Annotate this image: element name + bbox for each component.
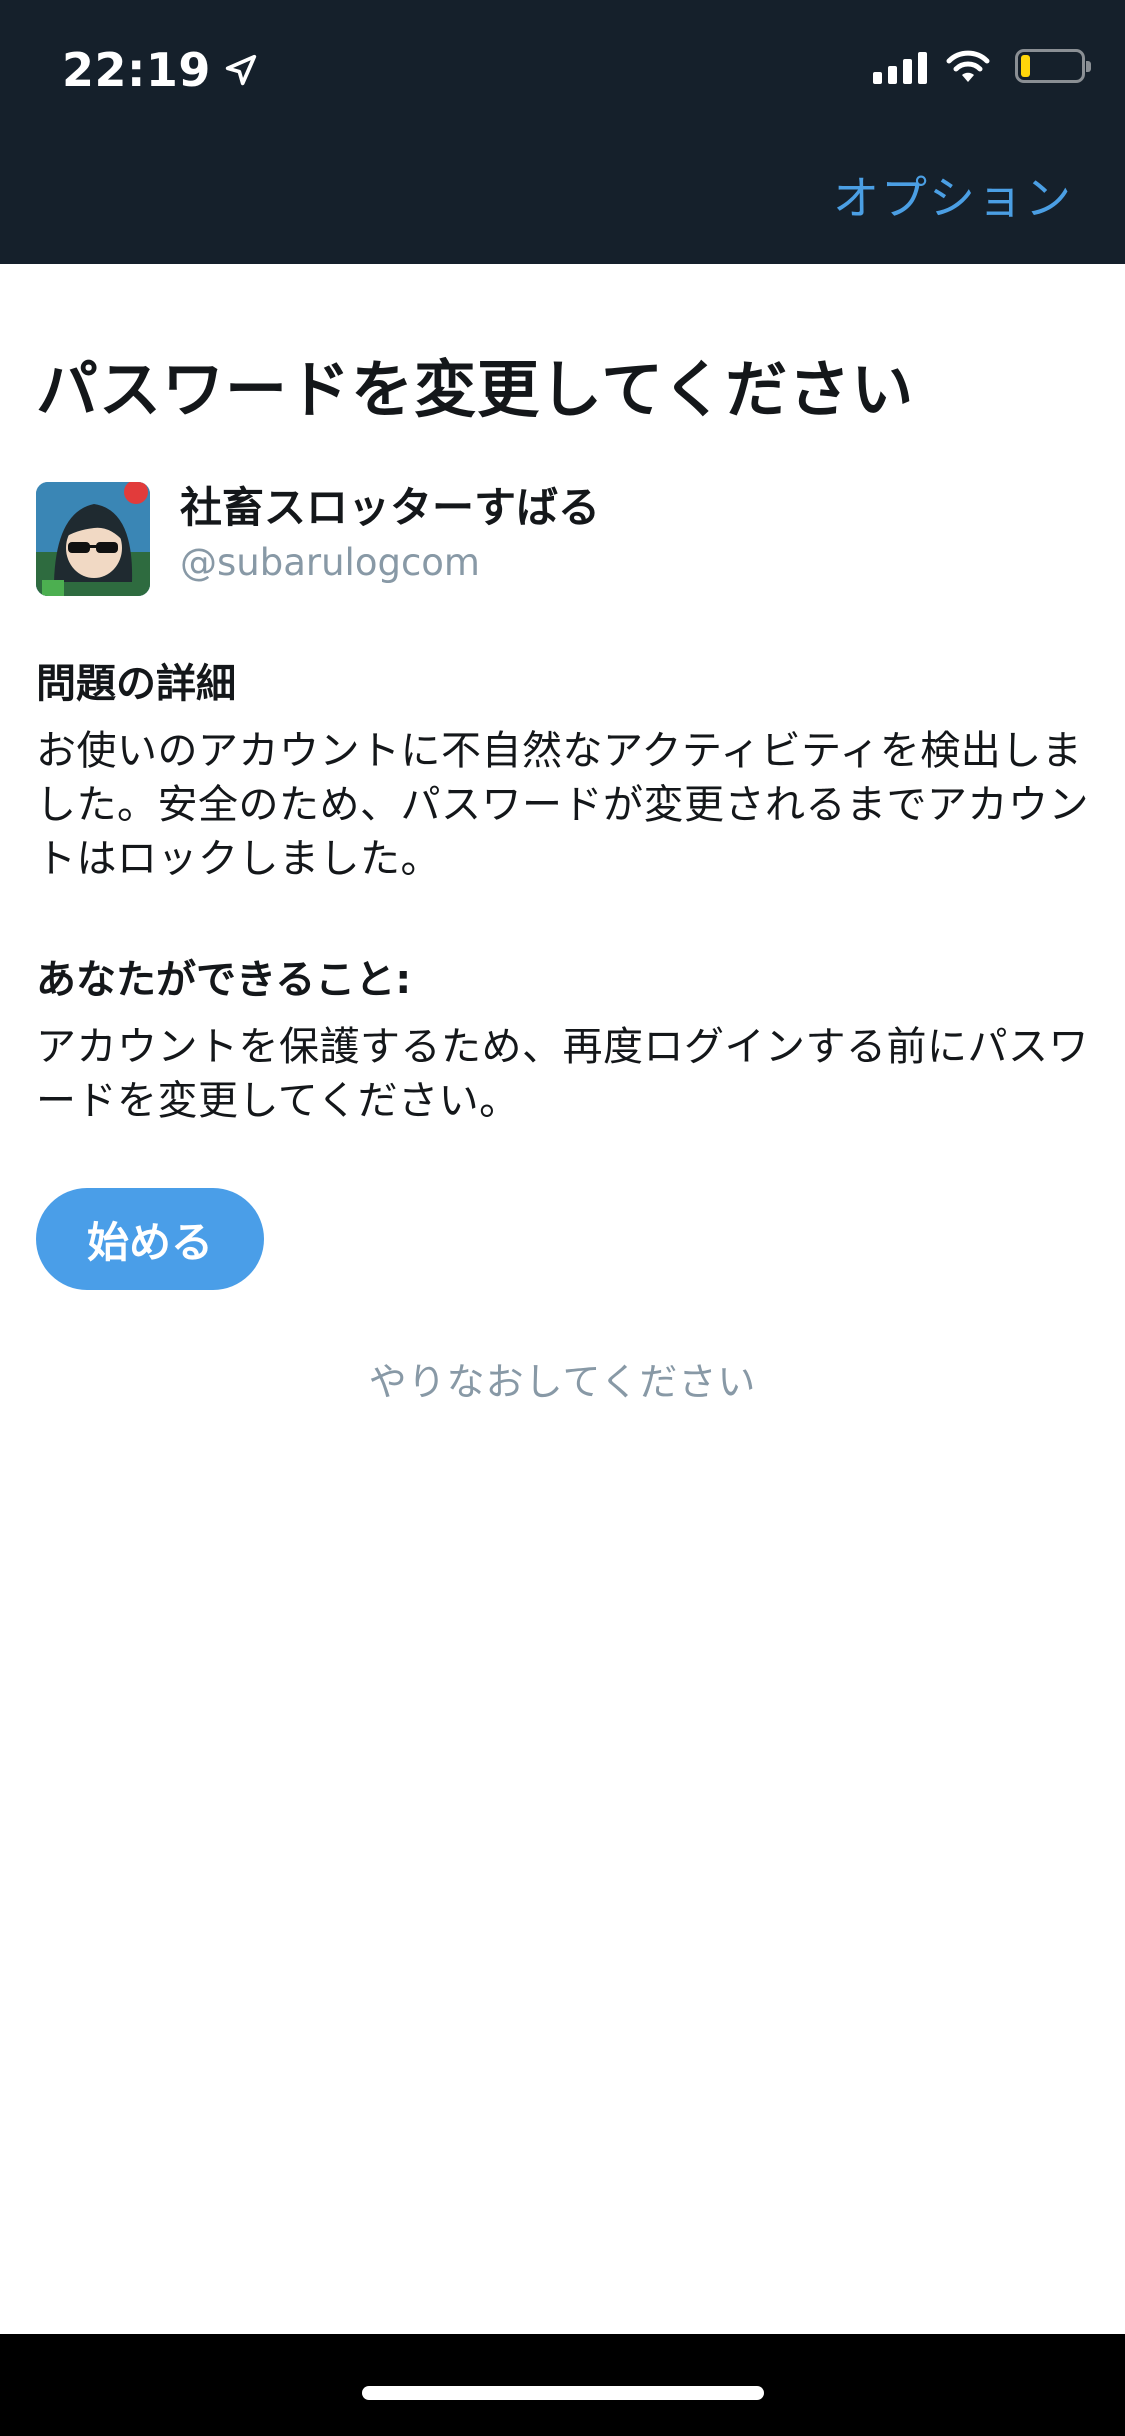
bottom-bar <box>0 2334 1125 2436</box>
account-info: 社畜スロッターすばる @subarulogcom <box>180 482 600 590</box>
actions-heading: あなたができること: <box>36 957 412 1003</box>
start-button[interactable]: 始める <box>36 1188 264 1290</box>
options-button[interactable]: オプション <box>833 168 1073 228</box>
location-arrow-icon <box>225 54 257 86</box>
display-name: 社畜スロッターすばる <box>180 483 601 532</box>
user-handle: @subarulogcom <box>180 541 480 584</box>
avatar <box>36 482 150 596</box>
avatar-image <box>36 482 150 596</box>
battery-level <box>1021 55 1030 77</box>
details-heading: 問題の詳細 <box>36 661 236 707</box>
details-text: お使いのアカウントに不自然なアクティビティを検出しました。安全のため、パスワード… <box>36 728 1089 882</box>
cellular-signal-icon <box>873 48 927 84</box>
home-indicator[interactable] <box>362 2386 764 2400</box>
status-icons <box>873 48 1091 84</box>
retry-link[interactable]: やりなおしてください <box>36 1354 1089 1410</box>
top-header: 22:19 オプション <box>0 0 1125 264</box>
battery-icon <box>1015 49 1091 83</box>
actions-text: アカウントを保護するため、再度ログインする前にパスワードを変更してください。 <box>36 1024 1089 1124</box>
account-row: 社畜スロッターすばる @subarulogcom <box>36 482 1089 596</box>
screen: 22:19 オプション パスワードを変更してください 社畜スロッターすばる @s… <box>0 0 1125 2436</box>
time-text: 22:19 <box>62 43 211 97</box>
wifi-icon <box>946 50 990 82</box>
main-content: パスワードを変更してください 社畜スロッターすばる @subarulogcom … <box>36 264 1089 1410</box>
page-title: パスワードを変更してください <box>36 353 915 426</box>
status-time: 22:19 <box>62 38 261 102</box>
